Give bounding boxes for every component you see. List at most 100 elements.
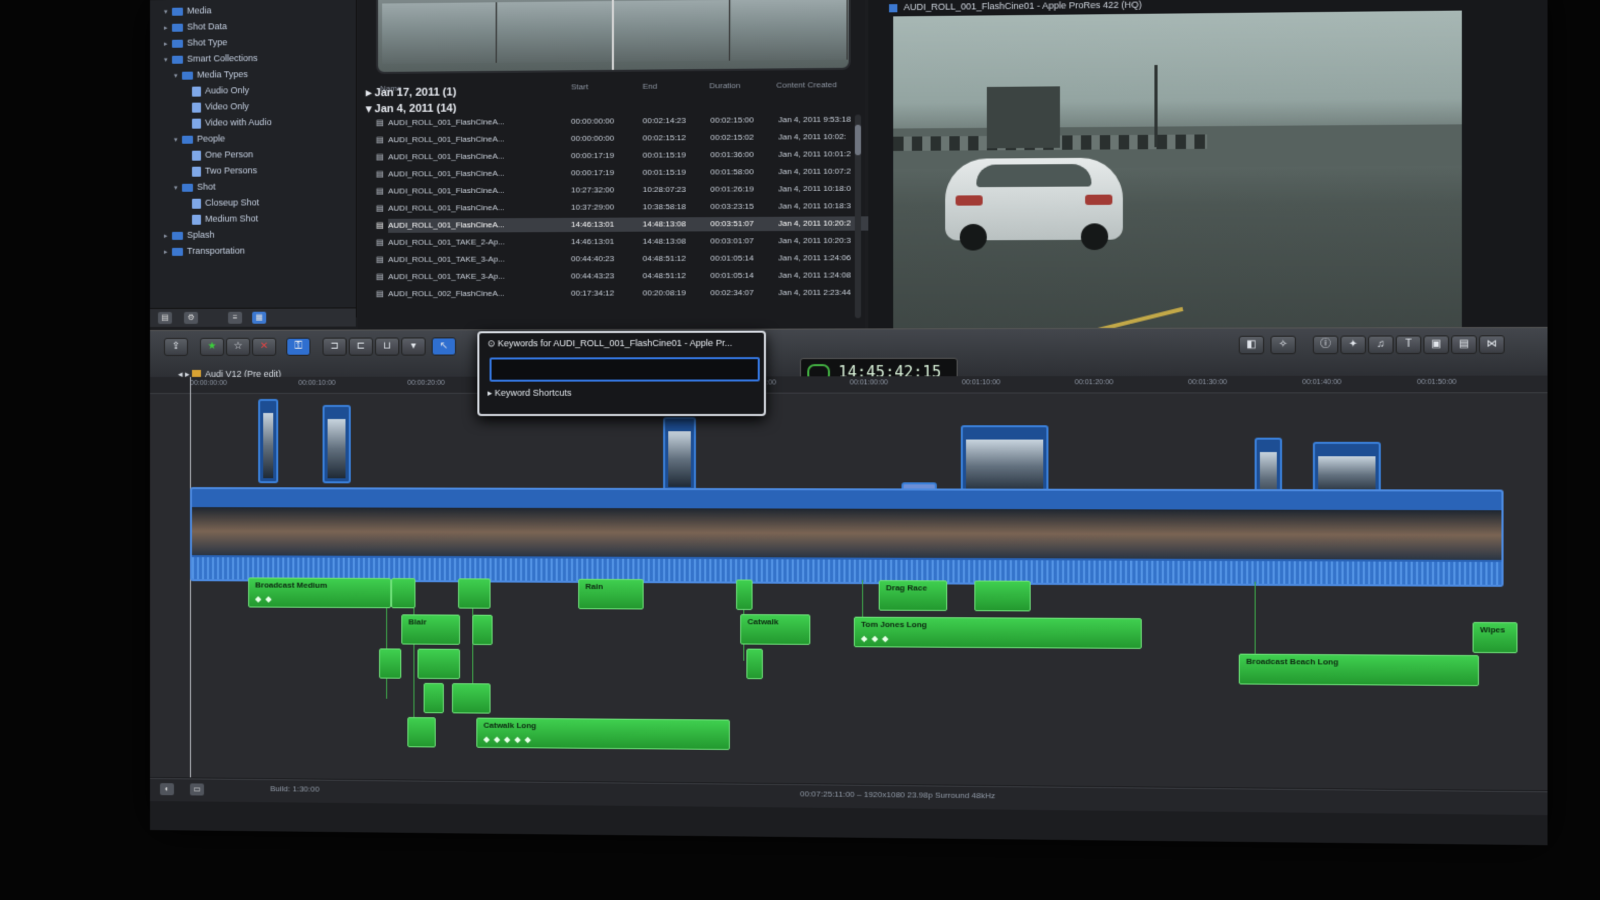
select-tool-icon[interactable]: ↖	[431, 337, 457, 356]
storyline-clip-frame[interactable]	[1047, 509, 1101, 559]
audio-clip[interactable]	[736, 579, 753, 611]
storyline-clip-frame[interactable]	[680, 508, 723, 558]
table-row[interactable]: ▤ AUDI_ROLL_002_FlashCineA... 00:17:34:12 0…	[376, 286, 869, 302]
audio-clip[interactable]	[472, 614, 493, 646]
library-item[interactable]: ▸ Splash	[164, 228, 215, 242]
library-item[interactable]: Video with Audio	[184, 115, 272, 130]
library-item[interactable]: ▸ Transportation	[164, 244, 245, 258]
storyline-clip-frame[interactable]	[594, 508, 631, 557]
primary-storyline[interactable]	[189, 487, 1504, 587]
inspector-icon[interactable]: ⓘ	[1312, 335, 1339, 355]
audio-meter-icon[interactable]: ◧	[1238, 335, 1265, 355]
library-item[interactable]: Two Persons	[184, 163, 257, 177]
timeline-ruler[interactable]: 00:00:00:0000:00:10:0000:00:20:0000:00:3…	[150, 375, 1548, 394]
browser-scrollbar[interactable]	[854, 114, 862, 319]
disclosure-open-icon[interactable]: ▾	[174, 182, 182, 196]
storyline-clip-frame[interactable]	[563, 507, 596, 557]
close-icon[interactable]: ⊙	[487, 338, 497, 348]
audio-clip[interactable]	[417, 648, 461, 680]
keyword-button[interactable]: ☆	[226, 337, 251, 356]
photos-icon[interactable]: ♫	[1368, 335, 1394, 355]
disclosure-closed-icon[interactable]: ▸	[164, 230, 172, 244]
storyline-clip-frame[interactable]	[1410, 510, 1455, 560]
storyline-clip-frame[interactable]	[423, 507, 451, 557]
disclosure-closed-icon[interactable]: ▸	[164, 246, 172, 260]
insert-clip-button[interactable]: ⊏	[348, 337, 373, 356]
audio-clip[interactable]: Rain	[578, 578, 644, 610]
audio-clip[interactable]	[746, 648, 763, 680]
browser-filmstrip[interactable]	[376, 0, 851, 74]
audio-clip[interactable]: Broadcast Medium ◆◆	[248, 577, 392, 609]
storyline-clip-frame[interactable]	[1141, 509, 1181, 559]
disclosure-open-icon[interactable]: ▾	[164, 6, 172, 20]
keywords-key-icon[interactable]: ⚿	[286, 337, 311, 356]
skimmer-playhead[interactable]	[611, 0, 614, 70]
storyline-clip-frame[interactable]	[1099, 509, 1143, 559]
table-row[interactable]: ▤ AUDI_ROLL_001_FlashCineA... 00:00:17:19 0…	[376, 147, 869, 164]
column-start-header[interactable]: Start	[571, 82, 588, 91]
storyline-clip-frame[interactable]	[449, 507, 500, 557]
library-item[interactable]: ▾ People	[174, 131, 225, 145]
audio-clip[interactable]	[423, 682, 444, 714]
library-item[interactable]: ▸ Shot Data	[164, 19, 227, 34]
generators-icon[interactable]: ▣	[1423, 335, 1450, 355]
audio-clip[interactable]: Drag Race	[878, 580, 948, 612]
titles-icon[interactable]: T	[1395, 335, 1422, 355]
keyword-shortcuts-disclosure[interactable]: ▸ Keyword Shortcuts	[487, 388, 571, 399]
library-toggle-button[interactable]: ▤	[157, 311, 172, 324]
library-item[interactable]: Closeup Shot	[184, 195, 259, 209]
audio-clip[interactable]: Blair	[401, 614, 461, 645]
table-row[interactable]: ▤ AUDI_ROLL_001_TAKE_3-Ap... 00:44:40:23 04…	[376, 251, 869, 267]
disclosure-closed-icon[interactable]: ▸	[164, 38, 172, 52]
audio-clip[interactable]	[379, 648, 402, 679]
storyline-clip-frame[interactable]	[533, 507, 565, 557]
storyline-clip-frame[interactable]	[1179, 509, 1223, 559]
library-item[interactable]: Audio Only	[184, 83, 249, 98]
storyline-clip-frame[interactable]	[354, 507, 397, 556]
audio-clip[interactable]: Broadcast Beach Long	[1238, 653, 1479, 687]
library-item[interactable]: ▾ Media Types	[174, 67, 248, 82]
audio-clip[interactable]: Tom Jones Long ◆◆◆	[853, 616, 1142, 649]
filmstrip-view-button[interactable]: ▦	[252, 311, 267, 324]
video-frame[interactable]	[893, 10, 1462, 364]
storyline-clip-frame[interactable]	[629, 508, 682, 557]
transitions-icon[interactable]: ⋈	[1478, 335, 1505, 354]
connected-video-clip[interactable]	[663, 417, 696, 493]
storyline-clip-frame[interactable]	[918, 508, 951, 558]
disclosure-open-icon[interactable]: ▾	[164, 54, 172, 68]
themes-icon[interactable]: ▤	[1451, 335, 1477, 354]
table-row[interactable]: ▤ AUDI_ROLL_001_FlashCineA... 00:00:00:00 0…	[376, 112, 869, 130]
keyword-input[interactable]	[489, 357, 760, 382]
timeline[interactable]: 00:00:00:0000:00:10:0000:00:20:0000:00:3…	[150, 375, 1548, 791]
action-gear-icon[interactable]: ⚙	[183, 311, 198, 324]
disclosure-open-icon[interactable]: ▾	[174, 134, 182, 148]
table-row[interactable]: ▤ AUDI_ROLL_001_FlashCineA... 00:00:17:19 0…	[376, 164, 869, 181]
disclosure-closed-icon[interactable]: ▸	[164, 22, 172, 36]
connect-clip-button[interactable]: ⊐	[322, 337, 347, 356]
disclosure-open-icon[interactable]: ▾	[174, 70, 182, 84]
storyline-clip-frame[interactable]	[824, 508, 872, 558]
storyline-clip-frame[interactable]	[1491, 510, 1504, 561]
storyline-clip-frame[interactable]	[870, 508, 920, 558]
storyline-clip-frame[interactable]	[793, 508, 826, 558]
scrollbar-thumb[interactable]	[854, 124, 862, 156]
library-item[interactable]: ▾ Shot	[174, 180, 216, 194]
library-item[interactable]: ▸ Shot Type	[164, 35, 227, 50]
enhance-icon[interactable]: ✧	[1270, 335, 1296, 355]
storyline-clip-frame[interactable]	[1321, 509, 1365, 560]
reject-button[interactable]: ✕	[252, 337, 277, 356]
storyline-clip-frame[interactable]	[498, 507, 535, 557]
library-item[interactable]: One Person	[184, 147, 253, 161]
date-group-row[interactable]: ▾ Jan 4, 2011 (14)	[366, 102, 456, 116]
storyline-clip-frame[interactable]	[1221, 509, 1270, 560]
audio-waveform-icon[interactable]: ◐	[159, 783, 174, 796]
audio-clip[interactable]: Catwalk	[740, 614, 811, 645]
library-item[interactable]: Medium Shot	[184, 211, 258, 225]
table-row[interactable]: ▤ AUDI_ROLL_001_FlashCineA... 10:37:29:00 1…	[376, 199, 869, 216]
storyline-clip-frame[interactable]	[395, 507, 425, 557]
storyline-clip-frame[interactable]	[1453, 510, 1493, 560]
append-clip-button[interactable]: ⊔	[375, 337, 400, 356]
audio-clip[interactable]: Catwalk Long ◆◆◆◆◆	[476, 717, 730, 751]
table-row[interactable]: ▤ AUDI_ROLL_001_FlashCineA... 00:00:00:00 0…	[376, 130, 869, 148]
audio-clip[interactable]	[391, 578, 416, 609]
